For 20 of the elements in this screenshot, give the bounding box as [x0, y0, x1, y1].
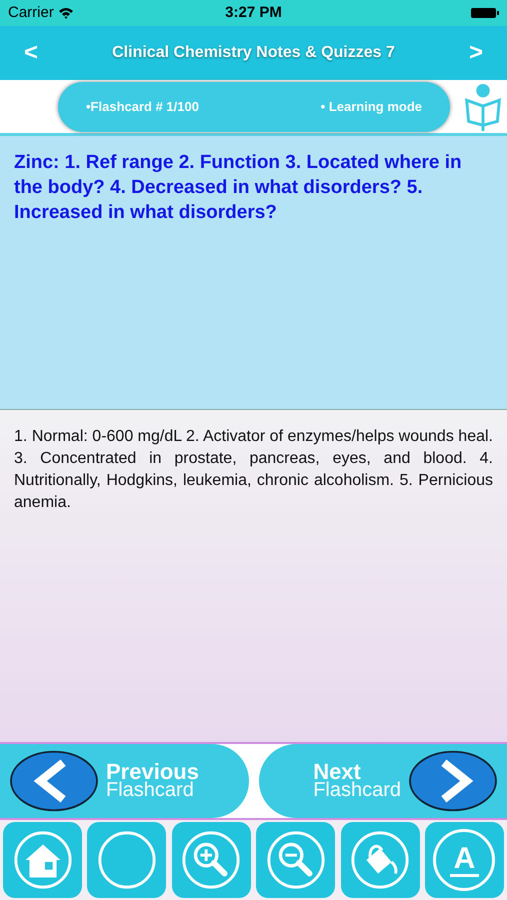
answer-text: 1. Normal: 0-600 mg/dL 2. Activator of enzymes/helps wounds heal. 3. Concentrated in prostate, pancreas, eyes, and blood. 4. Nutritionally, Hodgkins, leukemia, chronic alcoholism. 5. Pernicious anemia. — [14, 427, 493, 513]
page-title: Clinical Chemistry Notes & Quizzes 7 — [112, 43, 395, 63]
question-text: Zinc: 1. Ref range 2. Function 3. Located where in the body? 4. Decreased in what disorders? 5. Increased in what disorders? — [14, 151, 463, 225]
forward-button[interactable]: > — [461, 35, 491, 71]
zoom-out-icon[interactable] — [264, 829, 327, 891]
clock-text: 3:27 PM — [225, 2, 282, 23]
previous-flashcard-button[interactable]: Previous Flashcard — [0, 744, 248, 818]
blank-circle-icon[interactable] — [96, 829, 158, 891]
home-icon[interactable] — [12, 829, 74, 891]
next-flashcard-button[interactable]: Next Flashcard — [258, 744, 507, 818]
zoom-in-icon[interactable] — [180, 829, 242, 891]
wifi-icon — [58, 7, 74, 19]
back-button[interactable]: < — [16, 35, 46, 71]
reader-icon — [463, 82, 503, 130]
flashcard-counter: •Flashcard # 1/100 — [86, 98, 199, 116]
font-button[interactable]: A — [433, 829, 496, 891]
battery-icon — [470, 7, 499, 19]
paint-bucket-icon[interactable] — [349, 829, 412, 891]
carrier-text: Carrier — [8, 2, 54, 23]
mode-label: • Learning mode — [320, 98, 422, 116]
